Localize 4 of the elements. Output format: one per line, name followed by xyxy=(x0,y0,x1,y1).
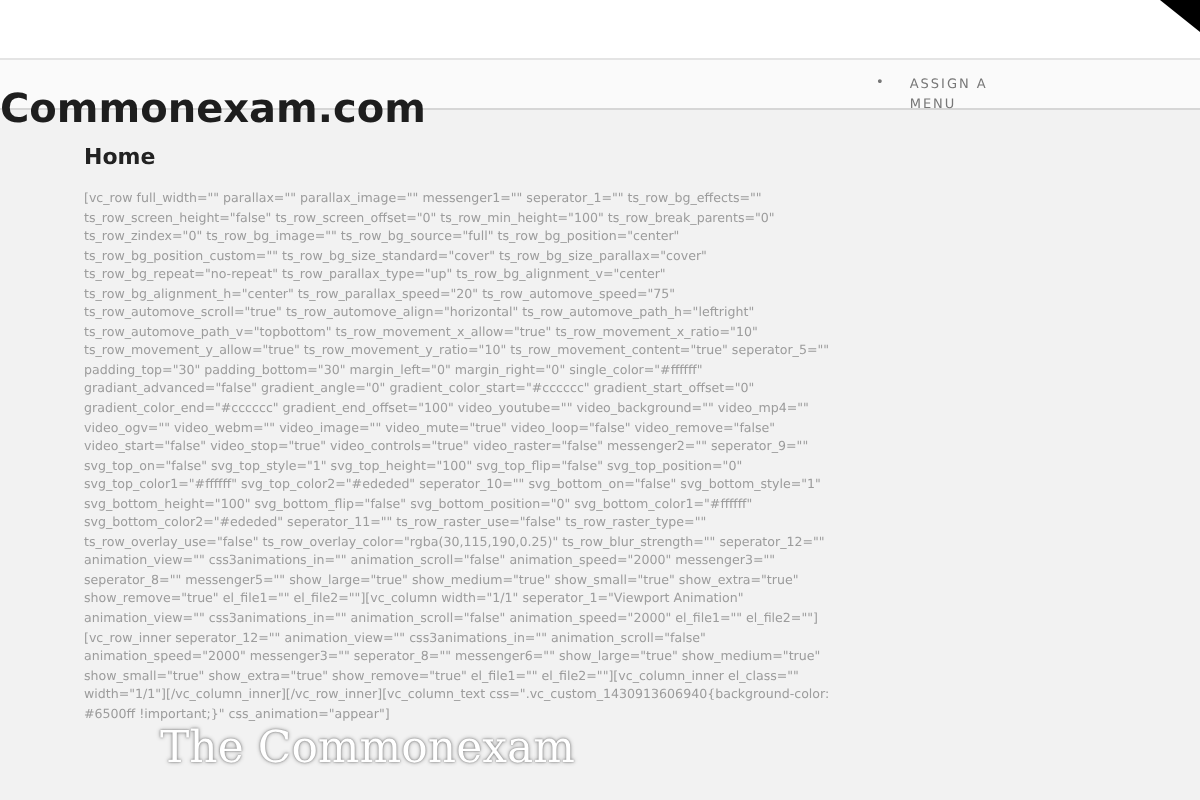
corner-triangle-icon xyxy=(1160,0,1200,32)
page-heading: Home xyxy=(84,144,158,170)
banner-heading: The Commonexam xyxy=(160,728,577,773)
site-title[interactable]: Commonexam.com xyxy=(0,88,426,128)
